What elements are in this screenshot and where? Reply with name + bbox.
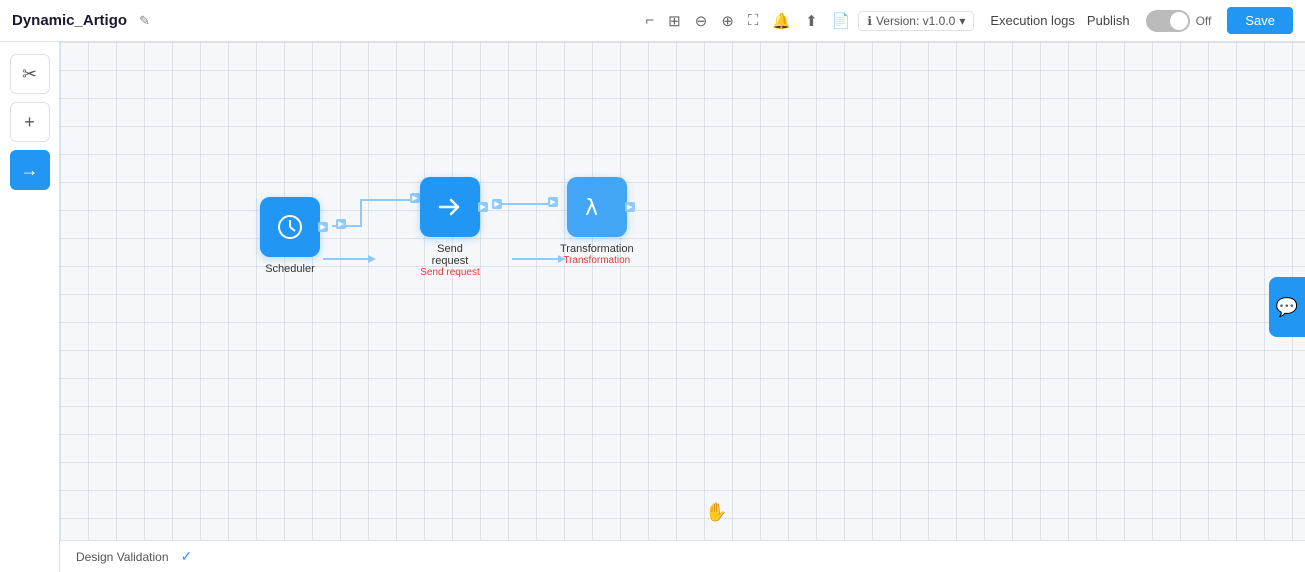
line-2 [360, 199, 415, 201]
active-toggle[interactable] [1146, 10, 1190, 32]
topbar: Dynamic_Artigo ✎ ⌐ ⊞ ⊖ ⊕ ⛶ 🔔 ⬆ 📄 ℹ Versi… [0, 0, 1305, 42]
left-sidebar: ✂ + → [0, 42, 60, 572]
send-request-label: Send request [420, 243, 480, 267]
publish-button[interactable]: Publish [1087, 13, 1130, 28]
send-request-out-connector[interactable]: ▶ [478, 202, 488, 212]
bell-icon[interactable]: 🔔 [772, 12, 791, 30]
chat-button[interactable]: 💬 [1269, 277, 1305, 337]
version-chevron: ▾ [959, 14, 965, 28]
edit-title-icon[interactable]: ✎ [139, 13, 150, 29]
toolbar-icons: ⌐ ⊞ ⊖ ⊕ ⛶ 🔔 ⬆ 📄 [645, 12, 850, 30]
transformation-box[interactable]: λ ▶ [567, 177, 627, 237]
scheduler-node[interactable]: ▶ Scheduler [260, 197, 320, 275]
cursor: ✋ [705, 502, 725, 522]
add-tool-button[interactable]: + [10, 102, 50, 142]
workflow-canvas[interactable]: ▶ Scheduler ▶ ▶ [60, 42, 1305, 572]
connections-svg [60, 42, 1305, 572]
connector-1: ▶ [336, 219, 346, 229]
design-validation-label: Design Validation [76, 550, 169, 564]
workflow-title: Dynamic_Artigo [12, 12, 127, 29]
main-area: ✂ + → [0, 42, 1305, 572]
bottombar: Design Validation ✓ [60, 540, 1305, 572]
cut-tool-button[interactable]: ✂ [10, 54, 50, 94]
version-badge[interactable]: ℹ Version: v1.0.0 ▾ [858, 11, 974, 31]
line-3 [500, 203, 550, 205]
upload-icon[interactable]: ⬆ [805, 12, 818, 30]
info-icon: ℹ [867, 14, 872, 28]
grid-icon[interactable]: ⊞ [668, 12, 681, 30]
send-request-sublabel: Send request [420, 267, 480, 278]
route-icon[interactable]: ⌐ [645, 12, 654, 29]
scheduler-label: Scheduler [265, 263, 315, 275]
toggle-wrap: Off [1146, 10, 1212, 32]
zoom-in-icon[interactable]: ⊕ [721, 12, 734, 30]
scheduler-box[interactable]: ▶ [260, 197, 320, 257]
delete-icon[interactable]: ⛶ [748, 12, 759, 29]
toggle-label: Off [1196, 14, 1212, 28]
svg-text:λ: λ [585, 196, 598, 221]
validation-check-icon: ✓ [181, 548, 193, 565]
toggle-thumb [1170, 12, 1188, 30]
connector-2: ▶ [410, 193, 420, 203]
execution-logs-button[interactable]: Execution logs [990, 13, 1075, 28]
transformation-out-connector[interactable]: ▶ [625, 202, 635, 212]
transformation-label: Transformation [560, 243, 634, 255]
scheduler-out-connector[interactable]: ▶ [318, 222, 328, 232]
transformation-node[interactable]: λ ▶ Transformation Transformation [560, 177, 634, 266]
transformation-sublabel: Transformation [563, 255, 630, 266]
save-button[interactable]: Save [1227, 7, 1293, 34]
zoom-out-icon[interactable]: ⊖ [695, 12, 708, 30]
line-v-1 [360, 199, 362, 225]
doc-icon[interactable]: 📄 [832, 12, 851, 30]
connector-4: ▶ [548, 197, 558, 207]
send-request-node[interactable]: ▶ Send request Send request [420, 177, 480, 278]
arrow-tool-button[interactable]: → [10, 150, 50, 190]
send-request-box[interactable]: ▶ [420, 177, 480, 237]
version-label: Version: v1.0.0 [876, 14, 955, 28]
chat-icon: 💬 [1276, 297, 1298, 318]
